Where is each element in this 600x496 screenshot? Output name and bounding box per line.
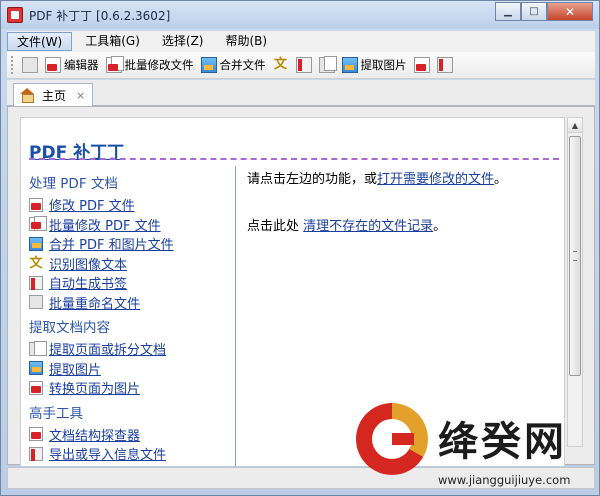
watermark: 绛癸网 www.jiangguijiuye.com: [356, 403, 596, 495]
open-file-prompt: 请点击左边的功能，或打开需要修改的文件。: [247, 168, 557, 187]
clear-prompt-text: 点击此处: [247, 219, 304, 234]
open-file-link[interactable]: 打开需要修改的文件: [377, 172, 494, 187]
link-extract-images[interactable]: 提取图片: [49, 359, 101, 378]
convert-pdf-icon: [413, 57, 430, 73]
watermark-name: 绛癸网: [438, 419, 567, 465]
menu-toolbox[interactable]: 工具箱(G): [76, 32, 149, 51]
convert-icon: [29, 380, 43, 395]
minimize-button[interactable]: ▁: [495, 2, 521, 21]
function-sidebar: 处理 PDF 文档 修改 PDF 文件 批量修改 PDF 文件 合并 PDF 和…: [29, 164, 239, 466]
pdf-icon: [29, 197, 43, 212]
link-bookmarks[interactable]: 自动生成书签: [49, 273, 127, 292]
list-item: 导出或导入信息文件: [29, 444, 239, 464]
tab-home-label: 主页: [42, 88, 67, 103]
link-modify-pdf[interactable]: 修改 PDF 文件: [49, 195, 135, 214]
structure-explorer-icon: [29, 427, 43, 442]
tab-close-icon[interactable]: ×: [76, 89, 85, 102]
vertical-scrollbar[interactable]: ▲: [567, 117, 583, 447]
close-button[interactable]: ✕: [547, 2, 593, 21]
vertical-divider: [235, 166, 236, 466]
info-button[interactable]: [434, 54, 456, 76]
prompt-text: 请点击左边的功能，或: [247, 172, 378, 187]
menu-file[interactable]: 文件(W): [7, 32, 73, 51]
menu-select[interactable]: 选择(Z): [153, 32, 213, 51]
info-file-icon: [29, 446, 43, 461]
extract-images-icon: [29, 361, 43, 376]
info-file-icon: [436, 57, 453, 73]
pdf-editor-icon: [45, 57, 61, 73]
merge-files-icon: [200, 57, 217, 73]
tab-strip: 主页 ×: [7, 80, 595, 106]
list-item: 转换页面为图片: [29, 378, 239, 398]
list-item: 批量重命名文件: [29, 293, 239, 313]
extract-pages-icon: [318, 56, 337, 73]
maximize-button[interactable]: □: [521, 2, 547, 21]
link-convert-pages[interactable]: 转换页面为图片: [49, 378, 140, 397]
extract-images-label: 提取图片: [360, 58, 407, 72]
clear-prompt-suffix: 。: [433, 219, 447, 234]
list-item: 合并 PDF 和图片文件: [29, 234, 239, 254]
merge-label: 合并文件: [219, 58, 266, 72]
extract-pages-icon: [29, 340, 47, 356]
settings-toolbar-button[interactable]: [19, 54, 41, 76]
title-bar: PDF 补丁丁 [0.6.2.3602] ▁ □ ✕: [1, 1, 599, 29]
ocr-icon: 文: [29, 256, 43, 272]
clear-records-prompt: 点击此处 清理不存在的文件记录。: [247, 215, 557, 234]
toolbar-grip: [11, 56, 15, 74]
pdf-batch-icon: [29, 216, 47, 232]
app-window: PDF 补丁丁 [0.6.2.3602] ▁ □ ✕ 文件(W) 工具箱(G) …: [0, 0, 600, 496]
menu-bar: 文件(W) 工具箱(G) 选择(Z) 帮助(B): [7, 31, 595, 52]
watermark-url: www.jiangguijiuye.com: [438, 473, 571, 487]
link-info-file[interactable]: 导出或导入信息文件: [49, 444, 166, 463]
extract-images-button[interactable]: 提取图片: [339, 54, 410, 76]
link-batch-modify[interactable]: 批量修改 PDF 文件: [49, 215, 161, 234]
scrollbar-thumb[interactable]: [569, 136, 581, 376]
extract-pages-button[interactable]: [316, 54, 338, 76]
list-item: 修改 PDF 文件: [29, 195, 239, 215]
checkbox-settings-icon: [22, 57, 38, 73]
window-controls: ▁ □ ✕: [495, 2, 593, 21]
section-title-process: 处理 PDF 文档: [29, 176, 118, 192]
list-item: 文识别图像文本: [29, 254, 239, 274]
ocr-button[interactable]: 文: [270, 54, 292, 76]
title-divider: [29, 158, 559, 160]
prompt-suffix: 。: [494, 172, 508, 187]
merge-button[interactable]: 合并文件: [198, 54, 269, 76]
window-title: PDF 补丁丁 [0.6.2.3602]: [29, 9, 171, 23]
tab-home[interactable]: 主页 ×: [13, 83, 93, 106]
main-panel: 请点击左边的功能，或打开需要修改的文件。 点击此处 清理不存在的文件记录。: [247, 168, 557, 234]
ocr-icon: 文: [273, 57, 287, 72]
list-item: 提取图片: [29, 359, 239, 379]
link-rename[interactable]: 批量重命名文件: [49, 293, 140, 312]
watermark-logo-icon: [356, 403, 428, 475]
pdf-batch-icon: [105, 56, 124, 73]
link-extract-pages[interactable]: 提取页面或拆分文档: [49, 339, 166, 358]
home-icon: [20, 88, 34, 103]
list-item: 批量修改 PDF 文件: [29, 215, 239, 235]
batch-modify-label: 批量修改文件: [124, 58, 194, 72]
merge-icon: [29, 236, 43, 251]
editor-button[interactable]: 编辑器: [42, 54, 102, 76]
bookmark-icon: [29, 275, 43, 290]
menu-help[interactable]: 帮助(B): [217, 32, 277, 51]
link-merge[interactable]: 合并 PDF 和图片文件: [49, 234, 174, 253]
batch-modify-button[interactable]: 批量修改文件: [103, 54, 197, 76]
toolbar: 编辑器 批量修改文件 合并文件 文 提取图片: [7, 52, 595, 79]
scroll-up-icon[interactable]: ▲: [568, 118, 582, 133]
bookmark-button[interactable]: [293, 54, 315, 76]
list-item: 自动生成书签: [29, 273, 239, 293]
extract-images-icon: [341, 57, 358, 73]
list-item: 提取页面或拆分文档: [29, 339, 239, 359]
convert-button[interactable]: [411, 54, 433, 76]
app-logo-icon: [7, 7, 23, 23]
bookmark-icon: [295, 57, 312, 73]
editor-label: 编辑器: [64, 58, 99, 72]
section-title-extract: 提取文档内容: [29, 320, 110, 336]
list-item: 文档结构探查器: [29, 425, 239, 445]
rename-icon: [29, 295, 43, 310]
section-title-advanced: 高手工具: [29, 405, 83, 422]
link-structure-explorer[interactable]: 文档结构探查器: [49, 425, 140, 444]
clear-records-link[interactable]: 清理不存在的文件记录: [303, 219, 433, 234]
link-ocr[interactable]: 识别图像文本: [49, 254, 127, 273]
